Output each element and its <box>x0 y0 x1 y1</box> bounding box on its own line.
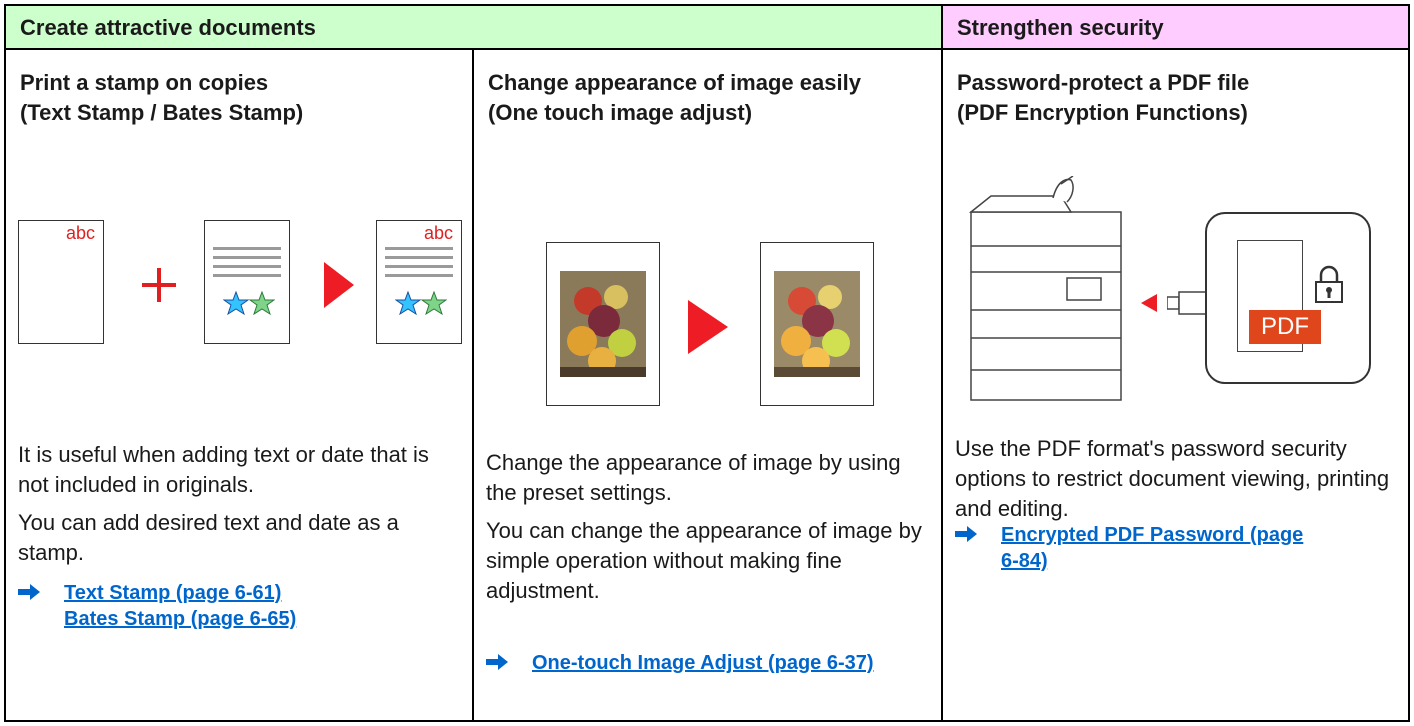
column-description: It is useful when adding text or date th… <box>18 440 458 576</box>
original-page: abc <box>18 220 104 344</box>
column-title: Password-protect a PDF file (PDF Encrypt… <box>957 68 1377 128</box>
link-group: Encrypted PDF Password (page 6-84) <box>955 522 1395 574</box>
stamp-text: abc <box>423 223 453 243</box>
link-arrow-icon <box>18 584 40 600</box>
header-create-documents: Create attractive documents <box>6 6 943 50</box>
stamped-page-source <box>204 220 290 344</box>
column-description: Use the PDF format's password security o… <box>955 434 1395 532</box>
column-description: Change the appearance of image by using … <box>486 448 936 614</box>
adjusted-photo-page <box>760 242 874 406</box>
play-arrow-icon <box>324 262 354 308</box>
fruit-photo-image <box>774 271 860 377</box>
lock-icon <box>1315 265 1343 303</box>
text-lines <box>385 247 453 283</box>
link-arrow-icon <box>486 654 508 670</box>
title-line: Change appearance of image easily <box>488 70 861 95</box>
original-photo-page <box>546 242 660 406</box>
text-stamp-link[interactable]: Text Stamp (page 6-61) <box>64 580 458 606</box>
description-text: Change the appearance of image by using … <box>486 450 901 505</box>
column-title: Change appearance of image easily (One t… <box>488 68 908 128</box>
column-text-stamp: Print a stamp on copies (Text Stamp / Ba… <box>6 50 474 720</box>
title-line: Print a stamp on copies <box>20 70 269 95</box>
result-page: abc <box>376 220 462 344</box>
title-line: Password-protect a PDF file <box>957 70 1250 95</box>
play-arrow-icon <box>1141 294 1157 312</box>
star-icon <box>395 291 447 316</box>
description-text: Use the PDF format's password security o… <box>955 436 1390 521</box>
star-icon <box>223 291 275 316</box>
column-image-adjust: Change appearance of image easily (One t… <box>474 50 943 720</box>
link-arrow-icon <box>955 526 977 542</box>
link-group: Text Stamp (page 6-61) Bates Stamp (page… <box>18 580 458 632</box>
fruit-photo-image <box>560 271 646 377</box>
description-text: You can add desired text and date as a s… <box>18 510 399 565</box>
stamp-text: abc <box>65 223 95 243</box>
title-line: (PDF Encryption Functions) <box>957 100 1248 125</box>
description-text: You can change the appearance of image b… <box>486 518 922 603</box>
text-lines <box>213 247 281 283</box>
title-line: (Text Stamp / Bates Stamp) <box>20 100 304 125</box>
pdf-badge: PDF <box>1249 310 1321 344</box>
header-strengthen-security: Strengthen security <box>943 6 1408 50</box>
column-title: Print a stamp on copies (Text Stamp / Ba… <box>20 68 440 128</box>
encrypted-pdf-password-link[interactable]: Encrypted PDF Password (page 6-84) <box>1001 522 1321 574</box>
one-touch-image-adjust-link[interactable]: One-touch Image Adjust (page 6-37) <box>532 650 912 676</box>
feature-table: Create attractive documents Strengthen s… <box>4 4 1410 722</box>
column-pdf-encryption: Password-protect a PDF file (PDF Encrypt… <box>943 50 1408 720</box>
usb-storage-frame: PDF <box>1205 212 1371 384</box>
plus-icon <box>142 268 176 302</box>
play-arrow-icon <box>688 300 728 354</box>
bates-stamp-link[interactable]: Bates Stamp (page 6-65) <box>64 606 458 632</box>
printer-icon <box>968 176 1122 401</box>
description-text: It is useful when adding text or date th… <box>18 442 429 497</box>
link-group: One-touch Image Adjust (page 6-37) <box>486 650 926 676</box>
title-line: (One touch image adjust) <box>488 100 753 125</box>
